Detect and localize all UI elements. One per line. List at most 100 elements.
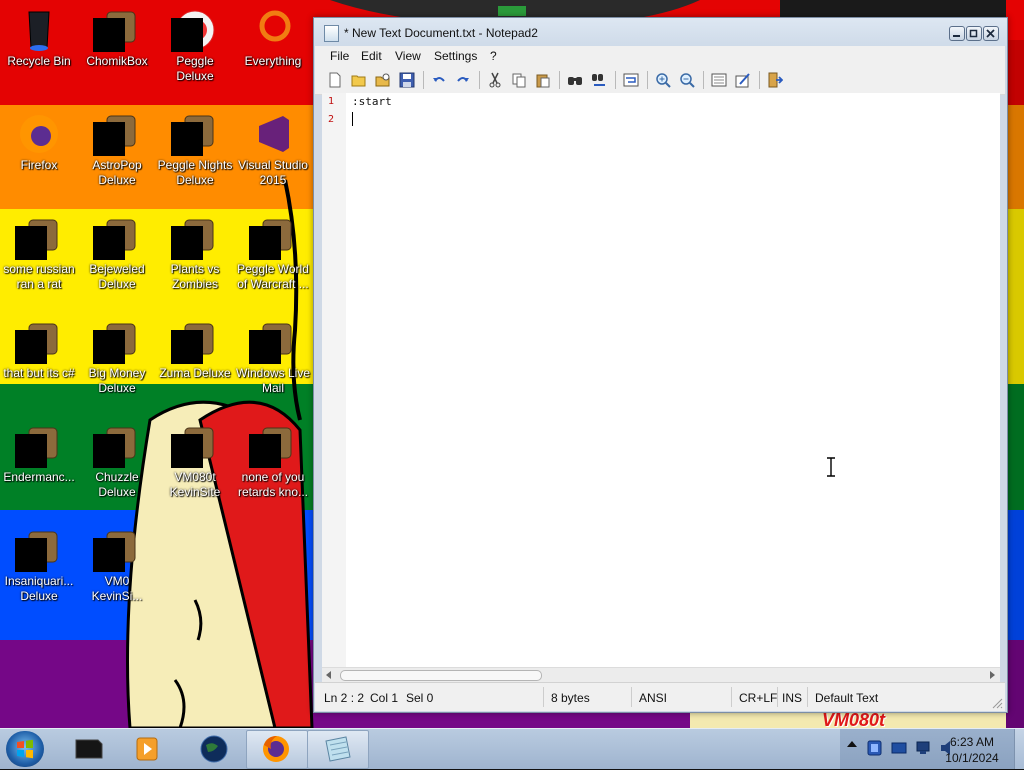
desktop-icon[interactable]: Plants vs Zombies (156, 210, 234, 306)
desktop-icon-label: Zuma Deluxe (159, 366, 231, 380)
desktop-icon[interactable]: Zuma Deluxe (156, 314, 234, 410)
menu-file[interactable]: File (327, 48, 352, 64)
status-separator (807, 687, 808, 707)
undo-icon[interactable] (429, 70, 449, 90)
exit-icon[interactable] (765, 70, 785, 90)
taskbar-button-earth[interactable] (184, 730, 244, 767)
taskbar-button-notepad[interactable] (307, 730, 369, 769)
text-editor-area[interactable]: 1 2 :start (322, 93, 1000, 682)
astropop-icon (93, 112, 141, 156)
live-mail-icon (249, 320, 297, 364)
desktop-icon[interactable]: AstroPop Deluxe (78, 106, 156, 202)
paste-icon[interactable] (533, 70, 553, 90)
save-icon[interactable] (397, 70, 417, 90)
desktop-icon[interactable]: Bejeweled Deluxe (78, 210, 156, 306)
toolbar-separator (479, 71, 480, 89)
desktop-icon[interactable]: Recycle Bin (0, 2, 78, 98)
customize-scheme-icon[interactable] (733, 70, 753, 90)
desktop-icon[interactable]: Firefox (0, 106, 78, 202)
editor-line[interactable]: :start (352, 95, 392, 108)
firefox-like-icon (249, 424, 297, 468)
start-button[interactable] (6, 731, 44, 767)
menu-settings[interactable]: Settings (431, 48, 480, 64)
desktop-icon[interactable]: VM0 KevinSi... (78, 522, 156, 618)
menu-view[interactable]: View (392, 48, 424, 64)
desktop-icon[interactable]: Peggle Deluxe (156, 2, 234, 98)
taskbar-button-cmd[interactable] (58, 730, 118, 767)
show-desktop-button[interactable] (1014, 729, 1024, 769)
desktop-icon[interactable]: Insaniquari... Deluxe (0, 522, 78, 618)
minimize-button[interactable] (949, 26, 965, 41)
select-scheme-icon[interactable] (709, 70, 729, 90)
taskbar-button-media[interactable] (118, 730, 178, 767)
horizontal-scrollbar[interactable] (322, 667, 1000, 682)
desktop-icon-label: Peggle Nights Deluxe (157, 158, 233, 187)
desktop-icon[interactable]: Visual Studio 2015 (234, 106, 312, 202)
toolbar-separator (615, 71, 616, 89)
redaction-box (249, 330, 281, 364)
ibeam-cursor-icon (827, 457, 835, 477)
desktop-icon[interactable]: Peggle Nights Deluxe (156, 106, 234, 202)
status-separator (777, 687, 778, 707)
desktop-icon-label: Everything (244, 54, 302, 68)
find-icon[interactable] (565, 70, 585, 90)
redaction-box (15, 538, 47, 572)
window-title: * New Text Document.txt - Notepad2 (344, 26, 538, 40)
zoom-in-icon[interactable] (653, 70, 673, 90)
status-separator (631, 687, 632, 707)
status-line-endings: CR+LF (739, 691, 778, 705)
clock-date[interactable]: 10/1/2024 (932, 751, 1012, 765)
status-bar: Ln 2 : 2 Col 1 Sel 0 8 bytes ANSI CR+LF … (315, 682, 1005, 711)
scroll-right-arrow-icon[interactable] (990, 671, 995, 679)
cut-icon[interactable] (485, 70, 505, 90)
word-wrap-icon[interactable] (621, 70, 641, 90)
desktop-icon[interactable]: none of you retards kno... (234, 418, 312, 514)
desktop-icon[interactable]: Endermanc... (0, 418, 78, 514)
desktop-icon[interactable]: VM080t KevinSite (156, 418, 234, 514)
chomikbox-icon (93, 8, 141, 52)
desktop-icon[interactable]: ChomikBox (78, 2, 156, 98)
redo-icon[interactable] (453, 70, 473, 90)
insaniquarium-icon (15, 528, 63, 572)
redaction-box (249, 434, 281, 468)
desktop-icon[interactable]: Big Money Deluxe (78, 314, 156, 410)
desktop-icon[interactable]: Chuzzle Deluxe (78, 418, 156, 514)
peggle-icon (171, 8, 219, 52)
notepad-window[interactable]: * New Text Document.txt - Notepad2 File … (313, 17, 1008, 713)
show-hidden-icons-icon[interactable] (846, 739, 858, 749)
maximize-button[interactable] (966, 26, 982, 41)
zoom-out-icon[interactable] (677, 70, 697, 90)
action-center-flag-icon[interactable] (890, 739, 908, 757)
desktop-icon[interactable]: Everything (234, 2, 312, 98)
close-button[interactable] (983, 26, 999, 41)
desktop-icon[interactable]: Windows Live Mail (234, 314, 312, 410)
open-folder-icon[interactable] (349, 70, 369, 90)
menu-edit[interactable]: Edit (358, 48, 385, 64)
desktop-icon[interactable]: Peggle World of Warcraft ... (234, 210, 312, 306)
scroll-left-arrow-icon[interactable] (326, 671, 331, 679)
redaction-box (171, 226, 203, 260)
menu-help[interactable]: ? (487, 48, 500, 64)
desktop-icon-label: that but its c# (3, 366, 75, 380)
tray-app-icon[interactable] (866, 739, 884, 757)
windows-logo-icon (17, 739, 33, 759)
browse-icon[interactable] (373, 70, 393, 90)
peggle-nights-icon (171, 112, 219, 156)
desktop-icon[interactable]: some russian ran a rat (0, 210, 78, 306)
resize-grip-icon[interactable] (991, 697, 1003, 709)
taskbar: 6:23 AM 10/1/2024 (0, 728, 1024, 769)
taskbar-button-firefox[interactable] (246, 730, 308, 769)
desktop-icon[interactable]: that but its c# (0, 314, 78, 410)
notepad-app-icon (324, 25, 339, 42)
big-money-icon (93, 320, 141, 364)
menu-bar: File Edit View Settings ? (315, 46, 1005, 66)
network-icon[interactable] (914, 739, 932, 757)
scrollbar-thumb[interactable] (340, 670, 542, 681)
redaction-box (93, 122, 125, 156)
clock-time[interactable]: 6:23 AM (932, 735, 1012, 749)
window-titlebar[interactable]: * New Text Document.txt - Notepad2 (314, 18, 1007, 46)
copy-icon[interactable] (509, 70, 529, 90)
replace-icon[interactable] (589, 70, 609, 90)
status-insert-mode: INS (782, 691, 803, 705)
new-file-icon[interactable] (325, 70, 345, 90)
